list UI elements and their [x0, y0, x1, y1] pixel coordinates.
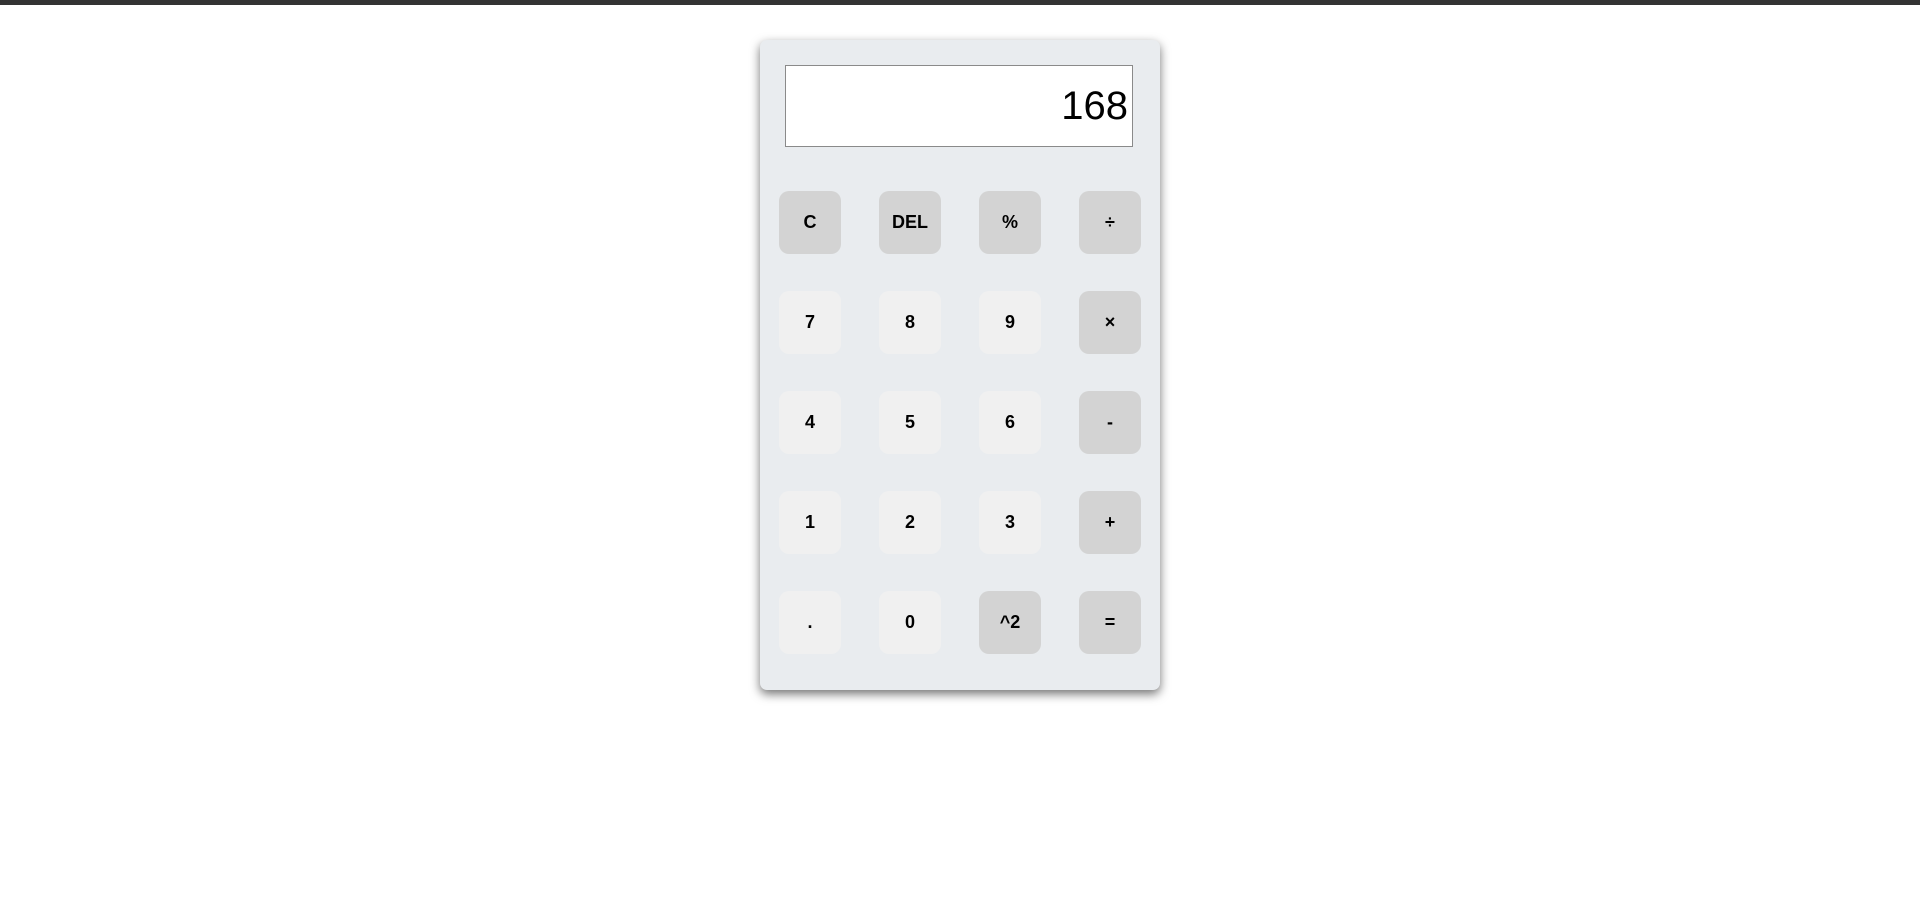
- percent-button[interactable]: %: [979, 191, 1041, 254]
- clear-button[interactable]: C: [779, 191, 841, 254]
- digit-6-button[interactable]: 6: [979, 391, 1041, 454]
- add-button[interactable]: +: [1079, 491, 1141, 554]
- digit-1-button[interactable]: 1: [779, 491, 841, 554]
- digit-7-button[interactable]: 7: [779, 291, 841, 354]
- delete-button[interactable]: DEL: [879, 191, 941, 254]
- square-button[interactable]: ^2: [979, 591, 1041, 654]
- divide-button[interactable]: ÷: [1079, 191, 1141, 254]
- decimal-point-button[interactable]: .: [779, 591, 841, 654]
- equals-button[interactable]: =: [1079, 591, 1141, 654]
- subtract-button[interactable]: -: [1079, 391, 1141, 454]
- digit-8-button[interactable]: 8: [879, 291, 941, 354]
- keypad: C DEL% ÷ 7 8 9 × 4 5 6- 1 2 3 +. 0 ^2 =: [779, 191, 1141, 654]
- multiply-button[interactable]: ×: [1079, 291, 1141, 354]
- digit-4-button[interactable]: 4: [779, 391, 841, 454]
- digit-2-button[interactable]: 2: [879, 491, 941, 554]
- top-bar: [0, 0, 1920, 5]
- digit-9-button[interactable]: 9: [979, 291, 1041, 354]
- calculator-display[interactable]: [785, 65, 1133, 147]
- digit-5-button[interactable]: 5: [879, 391, 941, 454]
- calculator: C DEL% ÷ 789 × 456- 123 +. 0 ^2 =: [760, 40, 1160, 690]
- digit-0-button[interactable]: 0: [879, 591, 941, 654]
- digit-3-button[interactable]: 3: [979, 491, 1041, 554]
